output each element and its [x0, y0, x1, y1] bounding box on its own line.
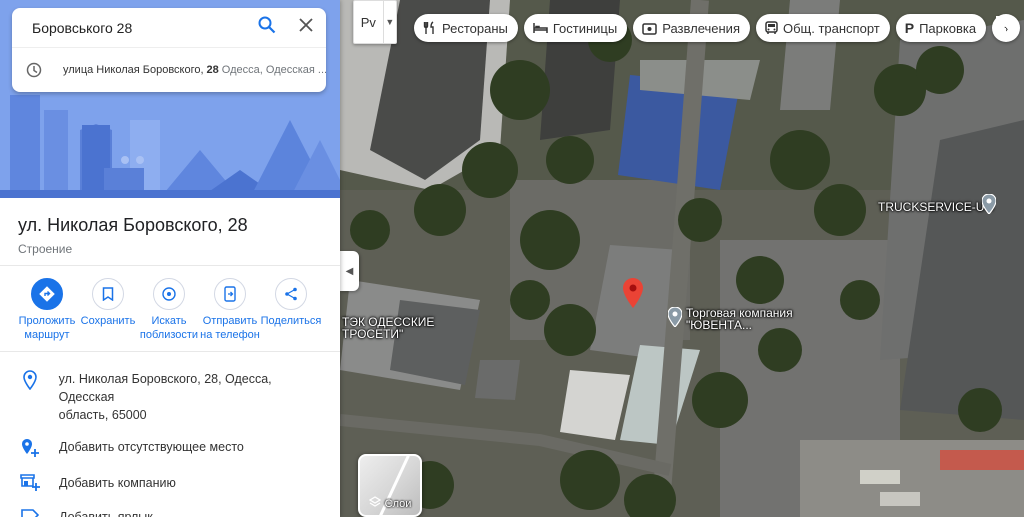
action-label-line: Проложить	[18, 315, 76, 327]
location-pin-icon[interactable]	[667, 306, 683, 332]
place-hero-illustration: улица Николая Боровского, 28 Одесса, Оде…	[0, 0, 340, 198]
phone-icon	[214, 278, 246, 310]
action-label: Поделиться	[256, 314, 326, 328]
poi-label-line: "ЮВЕНТА...	[686, 318, 752, 332]
place-header: ул. Николая Боровского, 28 Строение	[0, 198, 340, 266]
action-label-line: Отправить	[202, 315, 258, 327]
add-business-row[interactable]: Добавить компанию	[0, 458, 340, 492]
search-suggestion[interactable]: улица Николая Боровского, 28 Одесса, Оде…	[12, 48, 326, 92]
add-business-label: Добавить компанию	[59, 476, 176, 490]
action-label-line: на телефон	[200, 329, 260, 341]
chevron-down-icon[interactable]: ▼	[382, 1, 396, 43]
layers-label: Слои	[384, 497, 412, 510]
close-icon	[299, 18, 313, 37]
place-info-list: ул. Николая Боровского, 28, Одесса, Одес…	[0, 352, 340, 517]
poi-label-line: ТРОСЕТИ"	[342, 327, 404, 341]
directions-button[interactable]: Проложить маршрут	[12, 278, 82, 342]
apps-grid-icon[interactable]	[994, 14, 1014, 34]
search-button[interactable]	[248, 9, 286, 47]
layers-icon	[368, 496, 381, 511]
chip-label: Развлечения	[662, 20, 740, 36]
category-chips: Рестораны Гостиницы Развлечения Общ. тра…	[414, 14, 1021, 42]
fork-knife-icon	[423, 21, 437, 35]
label-tag-icon	[20, 508, 40, 517]
add-location-icon	[20, 438, 40, 458]
selected-place-pin-icon[interactable]	[623, 278, 643, 313]
address-line: область, 65000	[58, 408, 147, 422]
place-title: ул. Николая Боровского, 28	[18, 215, 248, 235]
send-to-phone-button[interactable]: Отправить на телефон	[195, 278, 265, 342]
bus-icon	[765, 21, 778, 35]
collapse-panel-button[interactable]: ◀	[340, 251, 359, 291]
chip-transit[interactable]: Общ. транспорт	[755, 14, 890, 42]
satellite-map[interactable]: Pv ▼ Рестораны Гостиницы Развлечения Общ…	[340, 0, 1024, 517]
chip-hotels[interactable]: Гостиницы	[523, 14, 628, 42]
side-panel: улица Николая Боровского, 28 Одесса, Оде…	[0, 0, 340, 517]
place-category: Строение	[18, 242, 73, 256]
bookmark-icon	[92, 278, 124, 310]
layers-label-row: Слои	[360, 496, 420, 511]
chip-entertainment[interactable]: Развлечения	[633, 14, 750, 42]
location-pin-icon[interactable]	[981, 193, 997, 219]
action-label-line: Искать	[151, 315, 187, 327]
search-icon	[258, 16, 276, 39]
chevron-left-icon: ◀	[345, 265, 354, 277]
search-box: улица Николая Боровского, 28 Одесса, Оде…	[12, 8, 326, 92]
suggestion-sub-text: Одесса, Одесская ...	[221, 64, 326, 76]
ticket-icon	[642, 22, 657, 35]
share-button[interactable]: Поделиться	[256, 278, 326, 328]
chip-label: Парковка	[919, 20, 977, 36]
action-label-line: Сохранить	[80, 315, 136, 327]
parking-icon: P	[904, 20, 915, 36]
search-input[interactable]	[32, 19, 248, 36]
action-label-line: маршрут	[24, 329, 70, 341]
map-type-toggle[interactable]: Pv ▼	[353, 0, 397, 44]
poi-label-company[interactable]: Торговая компания "ЮВЕНТА...	[686, 307, 793, 331]
directions-icon	[31, 278, 63, 310]
chip-restaurants[interactable]: Рестораны	[414, 14, 518, 42]
chip-parking[interactable]: P Парковка	[895, 14, 987, 42]
add-missing-place-label: Добавить отсутствующее место	[59, 440, 244, 454]
action-label: Сохранить	[73, 314, 143, 328]
chip-label: Гостиницы	[552, 20, 618, 36]
action-label: Отправить на телефон	[195, 314, 265, 342]
suggestion-main-text: улица Николая Боровского,	[63, 64, 204, 76]
action-label: Проложить маршрут	[12, 314, 82, 342]
address-text: ул. Николая Боровского, 28, Одесса, Одес…	[59, 370, 326, 424]
map-type-label: Pv	[360, 14, 376, 30]
save-button[interactable]: Сохранить	[73, 278, 143, 328]
share-icon	[275, 278, 307, 310]
search-row	[12, 8, 326, 48]
action-label-line: поблизости	[139, 329, 199, 341]
chip-label: Рестораны	[442, 20, 508, 36]
history-clock-icon	[26, 62, 42, 78]
poi-label-truckservice[interactable]: TRUCKSERVICE-UG	[878, 201, 994, 213]
maps-app: Pv ▼ Рестораны Гостиницы Развлечения Общ…	[0, 0, 1024, 517]
place-actions: Проложить маршрут Сохранить Искать побли…	[0, 266, 340, 352]
nearby-icon	[153, 278, 185, 310]
chip-label: Общ. транспорт	[782, 20, 880, 36]
bed-icon	[533, 22, 548, 34]
action-label-line: Поделиться	[260, 315, 322, 327]
location-pin-icon	[20, 370, 40, 390]
action-label: Искать поблизости	[134, 314, 204, 342]
add-label-text: Добавить ярлык	[59, 510, 153, 517]
add-label-row[interactable]: Добавить ярлык	[0, 492, 340, 517]
add-business-icon	[20, 474, 40, 492]
poi-label-tec[interactable]: ТЭК ОДЕССКИЕ ТРОСЕТИ"	[342, 316, 434, 340]
search-nearby-button[interactable]: Искать поблизости	[134, 278, 204, 342]
add-missing-place-row[interactable]: Добавить отсутствующее место	[0, 424, 340, 458]
suggestion-bold-text: 28	[206, 64, 219, 76]
clear-search-button[interactable]	[286, 9, 326, 47]
satellite-imagery	[340, 0, 1024, 517]
address-row[interactable]: ул. Николая Боровского, 28, Одесса, Одес…	[0, 352, 340, 424]
layers-button[interactable]: Слои	[358, 454, 422, 517]
address-line: ул. Николая Боровского, 28, Одесса, Одес…	[58, 372, 272, 404]
